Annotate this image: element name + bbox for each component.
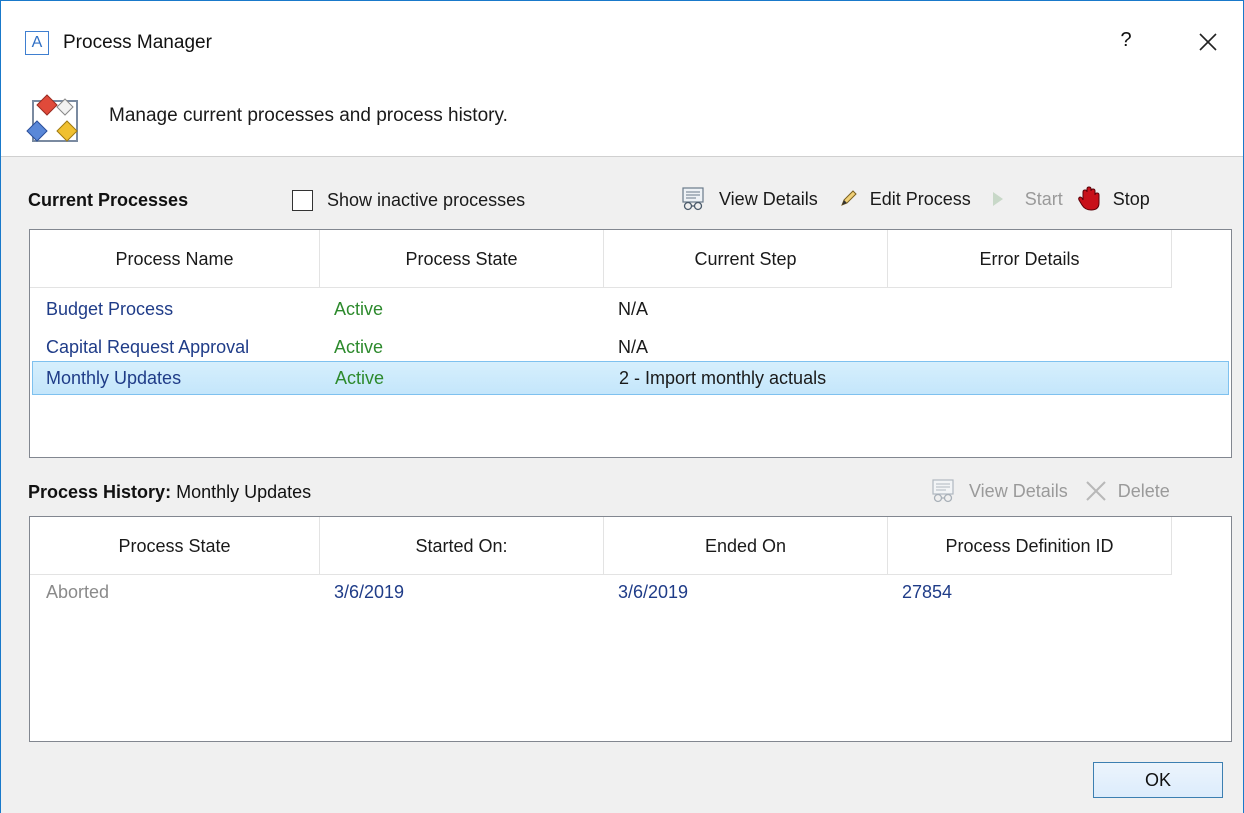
cell-history-state: Aborted (46, 581, 110, 602)
header-description: Manage current processes and process his… (109, 105, 508, 126)
view-details-label: View Details (719, 188, 818, 209)
ok-button[interactable]: OK (1093, 762, 1223, 798)
delete-button[interactable]: Delete (1084, 479, 1170, 503)
process-history-title: Process History: (28, 482, 172, 502)
col-ended-on[interactable]: Ended On (604, 517, 888, 575)
current-processes-title: Current Processes (28, 190, 189, 210)
current-toolbar: View Details Edit Process Start Stop (681, 186, 1150, 212)
cell-current-step: N/A (618, 336, 649, 357)
window-title: Process Manager (63, 32, 212, 53)
header-band: Manage current processes and process his… (1, 83, 1243, 157)
title-bar: A Process Manager ? (1, 1, 1243, 83)
col-error-details[interactable]: Error Details (888, 230, 1172, 288)
help-button[interactable]: ? (1113, 29, 1139, 57)
history-grid-header: Process State Started On: Ended On Proce… (30, 517, 1172, 575)
table-row[interactable]: Budget Process Active N/A (32, 290, 1229, 328)
col-process-definition-id[interactable]: Process Definition ID (888, 517, 1172, 575)
col-current-step[interactable]: Current Step (604, 230, 888, 288)
process-history-label: Process History: Monthly Updates (28, 482, 311, 503)
stop-label: Stop (1112, 188, 1150, 209)
cell-process-state: Active (334, 298, 384, 319)
col-process-state[interactable]: Process State (320, 230, 604, 288)
cell-process-name: Budget Process (46, 298, 174, 319)
cell-ended-on: 3/6/2019 (618, 581, 689, 602)
cell-process-name: Capital Request Approval (46, 336, 250, 357)
start-button[interactable]: Start (991, 189, 1063, 210)
pencil-icon (840, 190, 857, 206)
app-logo-icon: A (25, 31, 49, 55)
stop-hand-icon (1077, 186, 1100, 211)
play-icon (992, 192, 1003, 206)
view-details-icon (682, 187, 704, 211)
show-inactive-checkbox[interactable]: Show inactive processes (292, 187, 525, 213)
start-label: Start (1024, 188, 1063, 209)
cell-started-on: 3/6/2019 (334, 581, 405, 602)
table-row-selected[interactable]: Monthly Updates Active 2 - Import monthl… (32, 361, 1229, 395)
checkbox-box[interactable] (292, 189, 313, 211)
delete-x-icon (1086, 481, 1106, 501)
delete-label: Delete (1117, 480, 1170, 501)
process-history-subject: Monthly Updates (176, 482, 312, 502)
history-view-details-button[interactable]: View Details (931, 479, 1068, 503)
history-toolbar: View Details Delete (931, 479, 1170, 503)
show-inactive-label: Show inactive processes (327, 189, 526, 210)
cell-current-step: N/A (618, 298, 649, 319)
cell-current-step: 2 - Import monthly actuals (619, 367, 827, 388)
col-history-process-state[interactable]: Process State (30, 517, 320, 575)
current-processes-label: Current Processes (28, 190, 188, 211)
cell-process-name: Monthly Updates (46, 367, 182, 388)
cell-process-state: Active (335, 367, 385, 388)
cell-process-state: Active (334, 336, 384, 357)
history-view-details-label: View Details (969, 480, 1068, 501)
edit-process-button[interactable]: Edit Process (838, 189, 971, 210)
process-manager-icon (26, 94, 78, 142)
edit-process-label: Edit Process (869, 188, 971, 209)
col-started-on[interactable]: Started On: (320, 517, 604, 575)
view-details-button[interactable]: View Details (681, 187, 818, 211)
table-row[interactable]: Aborted 3/6/2019 3/6/2019 27854 (32, 573, 1229, 611)
current-grid-header: Process Name Process State Current Step … (30, 230, 1172, 288)
process-manager-dialog: A Process Manager ? Manage current proce… (0, 0, 1244, 813)
process-history-grid: Process State Started On: Ended On Proce… (29, 516, 1232, 742)
stop-button[interactable]: Stop (1077, 186, 1150, 212)
cell-process-definition-id: 27854 (902, 581, 953, 602)
close-button[interactable] (1193, 27, 1223, 57)
view-details-icon (932, 479, 954, 503)
col-process-name[interactable]: Process Name (30, 230, 320, 288)
close-icon (1199, 33, 1217, 51)
current-processes-grid: Process Name Process State Current Step … (29, 229, 1232, 458)
